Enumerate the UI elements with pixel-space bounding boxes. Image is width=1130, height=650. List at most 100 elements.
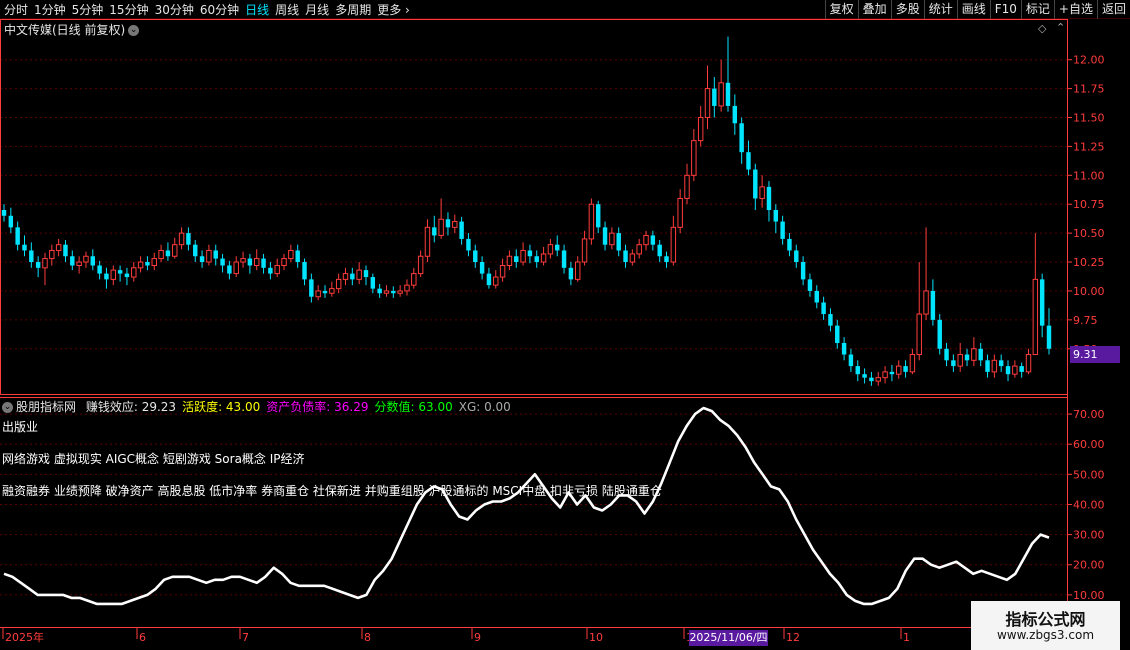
- candle-body-up: [383, 290, 390, 294]
- period-tab-6[interactable]: 日线: [245, 1, 269, 18]
- tool-button-4[interactable]: 画线: [956, 0, 990, 19]
- candle-body-down: [869, 377, 874, 382]
- candle-body-down: [937, 319, 942, 349]
- candle-body-down: [322, 290, 328, 294]
- tool-buttons: 复权 叠加 多股 统计 画线 F10 标记 +自选 返回: [824, 0, 1130, 19]
- candle-body-down: [534, 256, 539, 263]
- watermark-title: 指标公式网: [1005, 610, 1086, 629]
- tool-button-0[interactable]: 复权: [824, 0, 858, 19]
- chevron-down-icon[interactable]: ⌄: [2, 402, 13, 413]
- grid-lines: [0, 59, 1067, 596]
- candle-body-down: [309, 279, 314, 297]
- tool-button-6[interactable]: 标记: [1020, 0, 1054, 19]
- candle-body-down: [29, 250, 34, 263]
- period-tab-10[interactable]: 更多 ›: [377, 1, 410, 18]
- y-tick-label: 10.00: [1073, 589, 1105, 602]
- candle-body-down: [650, 235, 656, 245]
- candle-body-down: [561, 250, 567, 268]
- candle-body-up: [233, 261, 239, 275]
- candle-body-down: [568, 267, 574, 280]
- candle-body-up: [253, 258, 260, 266]
- candle-body-down: [193, 244, 198, 257]
- x-tick-label: 7: [242, 631, 249, 644]
- indicator-field-3: 分数值: 63.00: [374, 400, 453, 414]
- y-tick-label: 10.50: [1073, 227, 1105, 240]
- candle-body-up: [1025, 354, 1032, 373]
- candle-body-down: [350, 273, 355, 280]
- tool-button-2[interactable]: 多股: [890, 0, 924, 19]
- candle-body-up: [499, 265, 506, 278]
- candle-body-down: [712, 88, 717, 106]
- candle-body-up: [411, 273, 417, 286]
- candle-body-down: [295, 250, 300, 263]
- candle-body-down: [445, 219, 451, 228]
- candle-body-down: [725, 82, 731, 106]
- candle-body-up: [718, 82, 724, 107]
- candle-body-down: [828, 314, 833, 326]
- period-tab-2[interactable]: 5分钟: [72, 1, 104, 18]
- period-tab-3[interactable]: 15分钟: [109, 1, 148, 18]
- period-tab-7[interactable]: 周线: [275, 1, 299, 18]
- period-tab-0[interactable]: 分时: [4, 1, 28, 18]
- candle-body-down: [841, 342, 847, 355]
- candle-body-up: [438, 218, 444, 236]
- candle-body-down: [780, 221, 785, 239]
- stock-title: 中文传媒(日线 前复权): [4, 23, 126, 37]
- y-tick-label: 9.75: [1073, 314, 1098, 327]
- indicator-panel-title: ⌄ 股朋指标网 赚钱效应: 29.23 活跃度: 43.00 资产负债率: 36.29…: [2, 398, 511, 415]
- candle-body-down: [889, 371, 895, 375]
- candle-body-down: [261, 258, 266, 268]
- diamond-icon[interactable]: ◇: [1038, 22, 1046, 35]
- candle-body-down: [773, 210, 779, 222]
- candle-body-down: [835, 325, 840, 343]
- industry-label: 出版业: [2, 420, 39, 434]
- candle-body-up: [397, 290, 403, 294]
- candle-body-down: [1039, 279, 1045, 326]
- candle-body-down: [739, 123, 744, 153]
- tool-button-1[interactable]: 叠加: [857, 0, 891, 19]
- tool-button-8[interactable]: 返回: [1096, 0, 1130, 19]
- candle-body-up: [629, 253, 636, 263]
- candle-body-up: [909, 354, 916, 373]
- period-tab-1[interactable]: 1分钟: [34, 1, 66, 18]
- candle-body-down: [199, 256, 205, 263]
- candle-body-down: [1046, 325, 1052, 349]
- candle-body-up: [288, 249, 294, 260]
- candle-body-down: [1, 210, 7, 216]
- period-tab-9[interactable]: 多周期: [335, 1, 371, 18]
- candle-body-down: [527, 250, 533, 257]
- candle-body-down: [165, 250, 171, 257]
- candle-body-up: [875, 377, 881, 382]
- candle-body-down: [391, 290, 396, 294]
- x-tick-label: 6: [139, 631, 146, 644]
- chevron-down-icon[interactable]: ⌄: [128, 25, 140, 36]
- indicator-field-4: XG: 0.00: [458, 400, 511, 414]
- right-info-strip[interactable]: [1120, 19, 1130, 650]
- candle-body-down: [227, 265, 232, 274]
- candle-body-down: [930, 290, 936, 320]
- candle-body-up: [971, 348, 977, 361]
- candle-body-down: [35, 262, 41, 268]
- candle-body-down: [602, 227, 608, 245]
- candle-body-down: [814, 290, 819, 303]
- candle-body-down: [978, 348, 983, 361]
- candle-body-up: [424, 226, 431, 257]
- candle-body-up: [609, 232, 615, 246]
- candle-body-up: [991, 359, 998, 373]
- candle-body-up: [547, 244, 554, 255]
- expand-icon[interactable]: ⌃: [1056, 21, 1065, 34]
- chart-area[interactable]: 9.509.7510.0010.2510.5010.7511.0011.2511…: [0, 19, 1130, 650]
- tool-button-3[interactable]: 统计: [923, 0, 957, 19]
- candle-body-down: [247, 258, 253, 266]
- period-tab-8[interactable]: 月线: [305, 1, 329, 18]
- period-tab-5[interactable]: 60分钟: [200, 1, 239, 18]
- period-tab-4[interactable]: 30分钟: [155, 1, 194, 18]
- indicator-field-2: 资产负债率: 36.29: [266, 400, 369, 414]
- candle-body-down: [794, 250, 799, 263]
- tool-button-7[interactable]: +自选: [1053, 0, 1097, 19]
- tool-button-5[interactable]: F10: [989, 0, 1021, 19]
- candle-body-down: [800, 262, 806, 280]
- y-tick-label: 20.00: [1073, 559, 1105, 572]
- candle-body-down: [848, 354, 854, 367]
- concept-tags: 网络游戏 虚拟现实 AIGC概念 短剧游戏 Sora概念 IP经济: [2, 452, 305, 466]
